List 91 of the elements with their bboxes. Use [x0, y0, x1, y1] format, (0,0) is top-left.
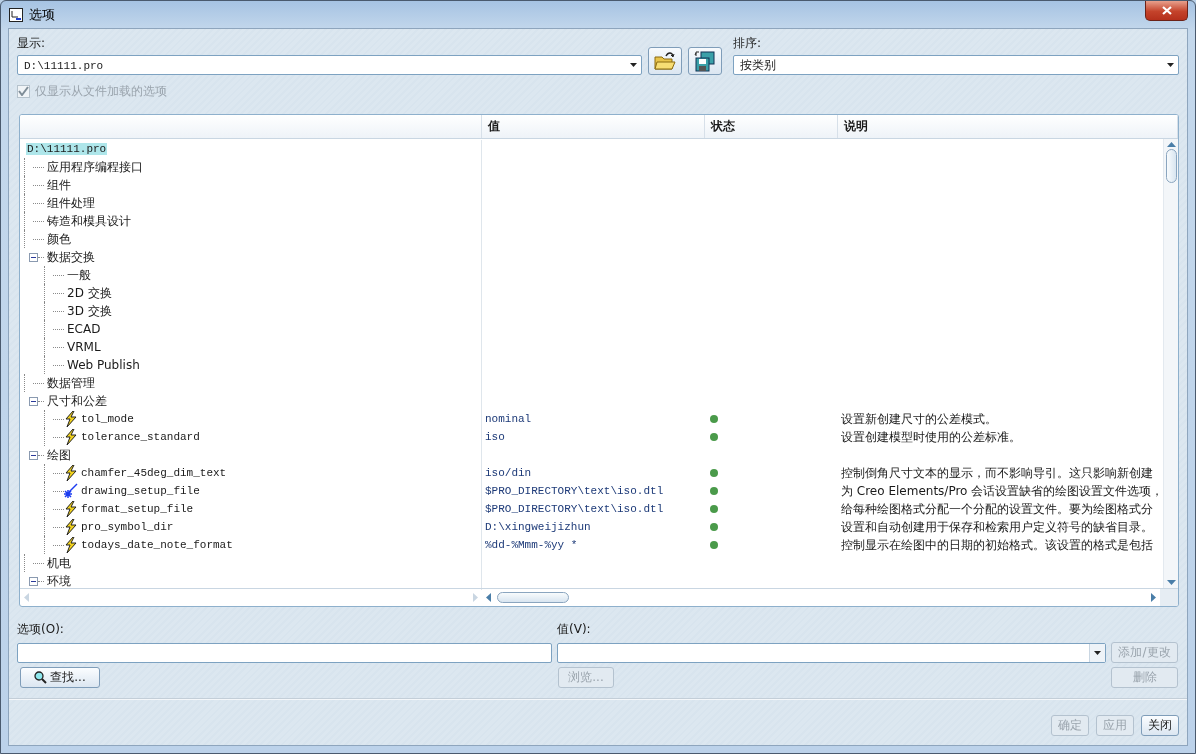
- lightning-icon: [64, 501, 78, 517]
- dialog-button[interactable]: 关闭: [1141, 715, 1179, 736]
- tree-item[interactable]: 数据交换: [46, 248, 96, 266]
- scroll-thumb[interactable]: [1165, 149, 1177, 183]
- status-dot: [710, 469, 718, 477]
- lightning-icon: [64, 429, 78, 445]
- close-button[interactable]: [1145, 1, 1188, 21]
- status-dot: [710, 433, 718, 441]
- status-dot: [710, 541, 718, 549]
- tree-item[interactable]: 铸造和模具设计: [46, 212, 132, 230]
- tree-item[interactable]: D:\11111.pro: [26, 143, 108, 155]
- option-value: %dd-%Mmm-%yy *: [485, 539, 578, 551]
- status-dot: [710, 505, 718, 513]
- option-description: 设置创建模型时使用的公差标准。: [841, 428, 1021, 446]
- field-label: 值(V):: [557, 621, 592, 638]
- column-header[interactable]: 说明: [838, 115, 1178, 138]
- option-description: 设置和自动创建用于保存和检索用户定义符号的缺省目录。: [841, 518, 1153, 536]
- option-name[interactable]: pro_symbol_dir: [80, 521, 175, 533]
- asterisk-icon: [64, 483, 78, 499]
- save-file-button[interactable]: [688, 47, 722, 75]
- caret-icon: [1166, 63, 1174, 67]
- tree-item[interactable]: 绘图: [46, 446, 72, 464]
- option-name[interactable]: format_setup_file: [80, 503, 195, 515]
- tree-item[interactable]: 尺寸和公差: [46, 392, 108, 410]
- lightning-icon: [64, 411, 78, 427]
- vertical-scrollbar[interactable]: [1163, 139, 1178, 588]
- window-icon: [9, 7, 23, 22]
- option-description: 控制倒角尺寸文本的显示，而不影响导引。这只影响新创建: [841, 464, 1153, 482]
- option-value: iso/din: [485, 467, 532, 479]
- option-value: nominal: [485, 413, 532, 425]
- tree-item[interactable]: 环境: [46, 572, 72, 590]
- option-name[interactable]: todays_date_note_format: [80, 539, 234, 551]
- caret-icon: [1094, 651, 1101, 655]
- column-header[interactable]: 状态: [705, 115, 838, 138]
- column-header[interactable]: 值: [482, 115, 705, 138]
- folder-icon: [654, 51, 676, 71]
- find-button[interactable]: 查找...: [20, 667, 100, 688]
- field-label: 选项(O):: [17, 621, 65, 638]
- scrollbar-corner: [1160, 589, 1178, 606]
- close-icon: [1161, 6, 1172, 15]
- lightning-icon: [64, 465, 78, 481]
- scroll-up-icon[interactable]: [1166, 142, 1176, 147]
- collapse-toggle[interactable]: [29, 450, 38, 460]
- scroll-thumb[interactable]: [497, 592, 569, 603]
- scroll-down-icon[interactable]: [1166, 580, 1176, 585]
- status-dot: [710, 415, 718, 423]
- option-name[interactable]: tol_mode: [80, 413, 135, 425]
- option-value: $PRO_DIRECTORY\text\iso.dtl: [485, 485, 664, 497]
- tree-item[interactable]: 机电: [46, 554, 72, 572]
- window-title: 选项: [29, 5, 55, 24]
- option-value: $PRO_DIRECTORY\text\iso.dtl: [485, 503, 664, 515]
- tree-item[interactable]: 组件: [46, 176, 72, 194]
- field-label: 排序:: [733, 35, 763, 52]
- collapse-toggle[interactable]: [29, 396, 38, 406]
- option-name[interactable]: tolerance_standard: [80, 431, 201, 443]
- scroll-left-icon[interactable]: [486, 593, 491, 602]
- value-dropdown[interactable]: [557, 643, 1106, 663]
- option-value: D:\xingweijizhun: [485, 521, 591, 533]
- tree-item[interactable]: Web Publish: [66, 358, 141, 372]
- checkbox-label: 仅显示从文件加载的选项: [35, 82, 167, 100]
- floppy-disk-icon: [694, 50, 716, 72]
- sort-dropdown[interactable]: 按类别: [733, 55, 1179, 75]
- option-description: 控制显示在绘图中的日期的初始格式。该设置的格式是包括: [841, 536, 1153, 554]
- tree-item[interactable]: ECAD: [66, 322, 102, 336]
- lightning-icon: [64, 519, 78, 535]
- option-description: 设置新创建尺寸的公差模式。: [841, 410, 997, 428]
- tree-item[interactable]: 应用程序编程接口: [46, 158, 144, 176]
- tree-item[interactable]: VRML: [66, 340, 102, 354]
- option-input[interactable]: [17, 643, 552, 663]
- open-file-button[interactable]: [648, 47, 682, 75]
- caret-icon: [629, 63, 637, 67]
- collapse-toggle[interactable]: [29, 576, 38, 586]
- option-name[interactable]: drawing_setup_file: [80, 485, 201, 497]
- tree-item[interactable]: 颜色: [46, 230, 72, 248]
- option-name[interactable]: chamfer_45deg_dim_text: [80, 467, 228, 479]
- status-dot: [710, 523, 718, 531]
- lightning-icon: [64, 537, 78, 553]
- scroll-right-icon[interactable]: [1151, 593, 1156, 602]
- option-description: 为 Creo Elements/Pro 会话设置缺省的绘图设置文件选项，: [841, 482, 1164, 500]
- tree-item[interactable]: 2D 交换: [66, 284, 113, 302]
- option-description: 给每种绘图格式分配一个分配的设置文件。要为绘图格式分: [841, 500, 1153, 518]
- tree-item[interactable]: 数据管理: [46, 374, 96, 392]
- tree-item[interactable]: 一般: [66, 266, 92, 284]
- tree-item[interactable]: 组件处理: [46, 194, 96, 212]
- option-value: iso: [485, 431, 505, 443]
- tree-item[interactable]: 3D 交换: [66, 302, 113, 320]
- field-label: 显示:: [17, 35, 47, 52]
- display-dropdown[interactable]: D:\11111.pro: [17, 55, 642, 75]
- search-icon: [34, 671, 48, 684]
- collapse-toggle[interactable]: [29, 252, 38, 262]
- status-dot: [710, 487, 718, 495]
